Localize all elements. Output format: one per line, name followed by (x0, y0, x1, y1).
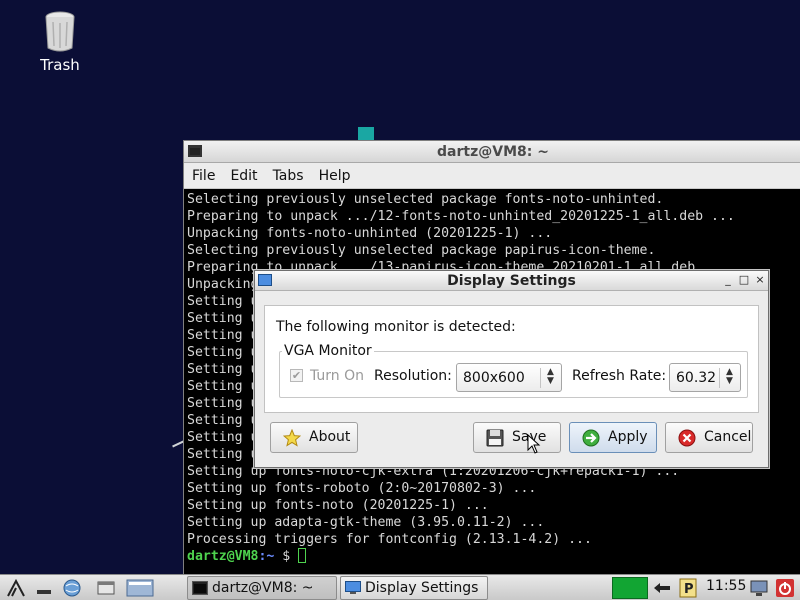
desktop-icon-trash[interactable]: Trash (22, 10, 98, 74)
terminal-line: Setting up adapta-gtk-theme (3.95.0.11-2… (187, 515, 545, 530)
clock[interactable]: 11:55 (706, 578, 746, 594)
monitor-name: VGA Monitor (282, 343, 374, 359)
star-icon (283, 429, 301, 447)
refresh-rate-label: Refresh Rate: (572, 368, 667, 384)
maximize-icon[interactable]: □ (737, 273, 751, 286)
spin-arrows-icon: ▲ ▼ (726, 367, 733, 386)
prompt-path: :~ (258, 549, 275, 564)
monitor-panel: The following monitor is detected: VGA M… (264, 305, 759, 413)
refresh-rate-select[interactable]: 60.32 ▲ ▼ (669, 363, 741, 392)
apply-button[interactable]: Apply (569, 422, 657, 453)
web-browser-icon[interactable] (96, 578, 116, 598)
trash-icon (45, 11, 75, 52)
terminal-menubar: File Edit Tabs Help (184, 163, 800, 189)
cpu-monitor (612, 577, 648, 599)
power-icon[interactable] (775, 578, 795, 598)
mouse-pointer-icon (527, 434, 541, 454)
detected-label: The following monitor is detected: (276, 319, 516, 335)
turn-on-label: Turn On (310, 368, 365, 384)
menu-tabs[interactable]: Tabs (265, 163, 311, 184)
floppy-disk-icon (486, 429, 504, 447)
terminal-icon (192, 581, 208, 595)
network-arrows-icon[interactable] (652, 578, 672, 598)
menu-edit[interactable]: Edit (222, 163, 264, 184)
save-button[interactable]: Save (473, 422, 561, 453)
display-icon (345, 581, 361, 594)
about-button[interactable]: About (270, 422, 358, 453)
minimize-icon[interactable]: _ (721, 273, 735, 286)
task-label: Display Settings (365, 580, 479, 596)
terminal-line: Unpacking fonts-noto-unhinted (20201225-… (187, 226, 553, 241)
terminal-cursor (298, 548, 307, 563)
resolution-value: 800x600 (463, 370, 525, 386)
arrow-right-icon (582, 429, 600, 447)
cancel-icon (678, 429, 696, 447)
about-label: About (309, 429, 351, 445)
cancel-button[interactable]: Cancel (665, 422, 753, 453)
close-icon[interactable]: × (753, 273, 767, 286)
screen-lock-icon[interactable] (749, 578, 769, 598)
start-menu-icon[interactable] (6, 578, 26, 598)
terminal-line: Selecting previously unselected package … (187, 243, 656, 258)
menu-file[interactable]: File (184, 163, 222, 184)
terminal-line: Selecting previously unselected package … (187, 192, 664, 207)
monitor-group: VGA Monitor ✔ Turn On Resolution: 800x60… (279, 343, 748, 398)
resolution-label: Resolution: (374, 368, 452, 384)
show-desktop-icon[interactable] (34, 578, 54, 598)
terminal-line: Setting up fonts-roboto (2:0~20170802-3)… (187, 481, 537, 496)
combo-separator (540, 368, 541, 388)
menu-help[interactable]: Help (311, 163, 358, 184)
cancel-label: Cancel (704, 429, 752, 445)
terminal-line: Setting up fonts-noto (20201225-1) ... (187, 498, 489, 513)
task-label: dartz@VM8: ~ (212, 580, 314, 596)
dialog-titlebar[interactable]: Display Settings _ □ × (255, 271, 768, 291)
resolution-select[interactable]: 800x600 ▲ ▼ (456, 363, 562, 392)
workspace-switcher-icon[interactable] (126, 578, 154, 598)
terminal-title: dartz@VM8: ~ (437, 144, 549, 160)
terminal-line: Preparing to unpack .../12-fonts-noto-un… (187, 209, 735, 224)
file-manager-icon[interactable] (62, 578, 82, 598)
task-terminal[interactable]: dartz@VM8: ~ (187, 576, 337, 600)
spin-arrows-icon: ▲ ▼ (547, 367, 554, 386)
display-settings-dialog[interactable]: Display Settings _ □ × The following mon… (254, 270, 769, 468)
combo-separator (719, 368, 720, 388)
svg-text:P: P (684, 582, 694, 597)
taskbar: dartz@VM8: ~ Display Settings P 11:55 (0, 574, 800, 600)
refresh-rate-value: 60.32 (676, 370, 717, 386)
task-display-settings[interactable]: Display Settings (340, 576, 488, 600)
terminal-line: Processing triggers for fontconfig (2.13… (187, 532, 592, 547)
dialog-title: Display Settings (447, 273, 576, 289)
turn-on-checkbox[interactable]: ✔ (290, 369, 303, 382)
prompt-symbol: $ (274, 549, 299, 564)
prompt-user: dartz@VM8 (187, 549, 259, 564)
desktop-icon-label: Trash (40, 56, 80, 74)
apply-label: Apply (608, 429, 648, 445)
terminal-prompt-line[interactable]: dartz@VM8:~ $ (187, 548, 800, 565)
package-updater-icon[interactable]: P (678, 578, 698, 598)
terminal-titlebar[interactable]: dartz@VM8: ~ (184, 141, 800, 163)
